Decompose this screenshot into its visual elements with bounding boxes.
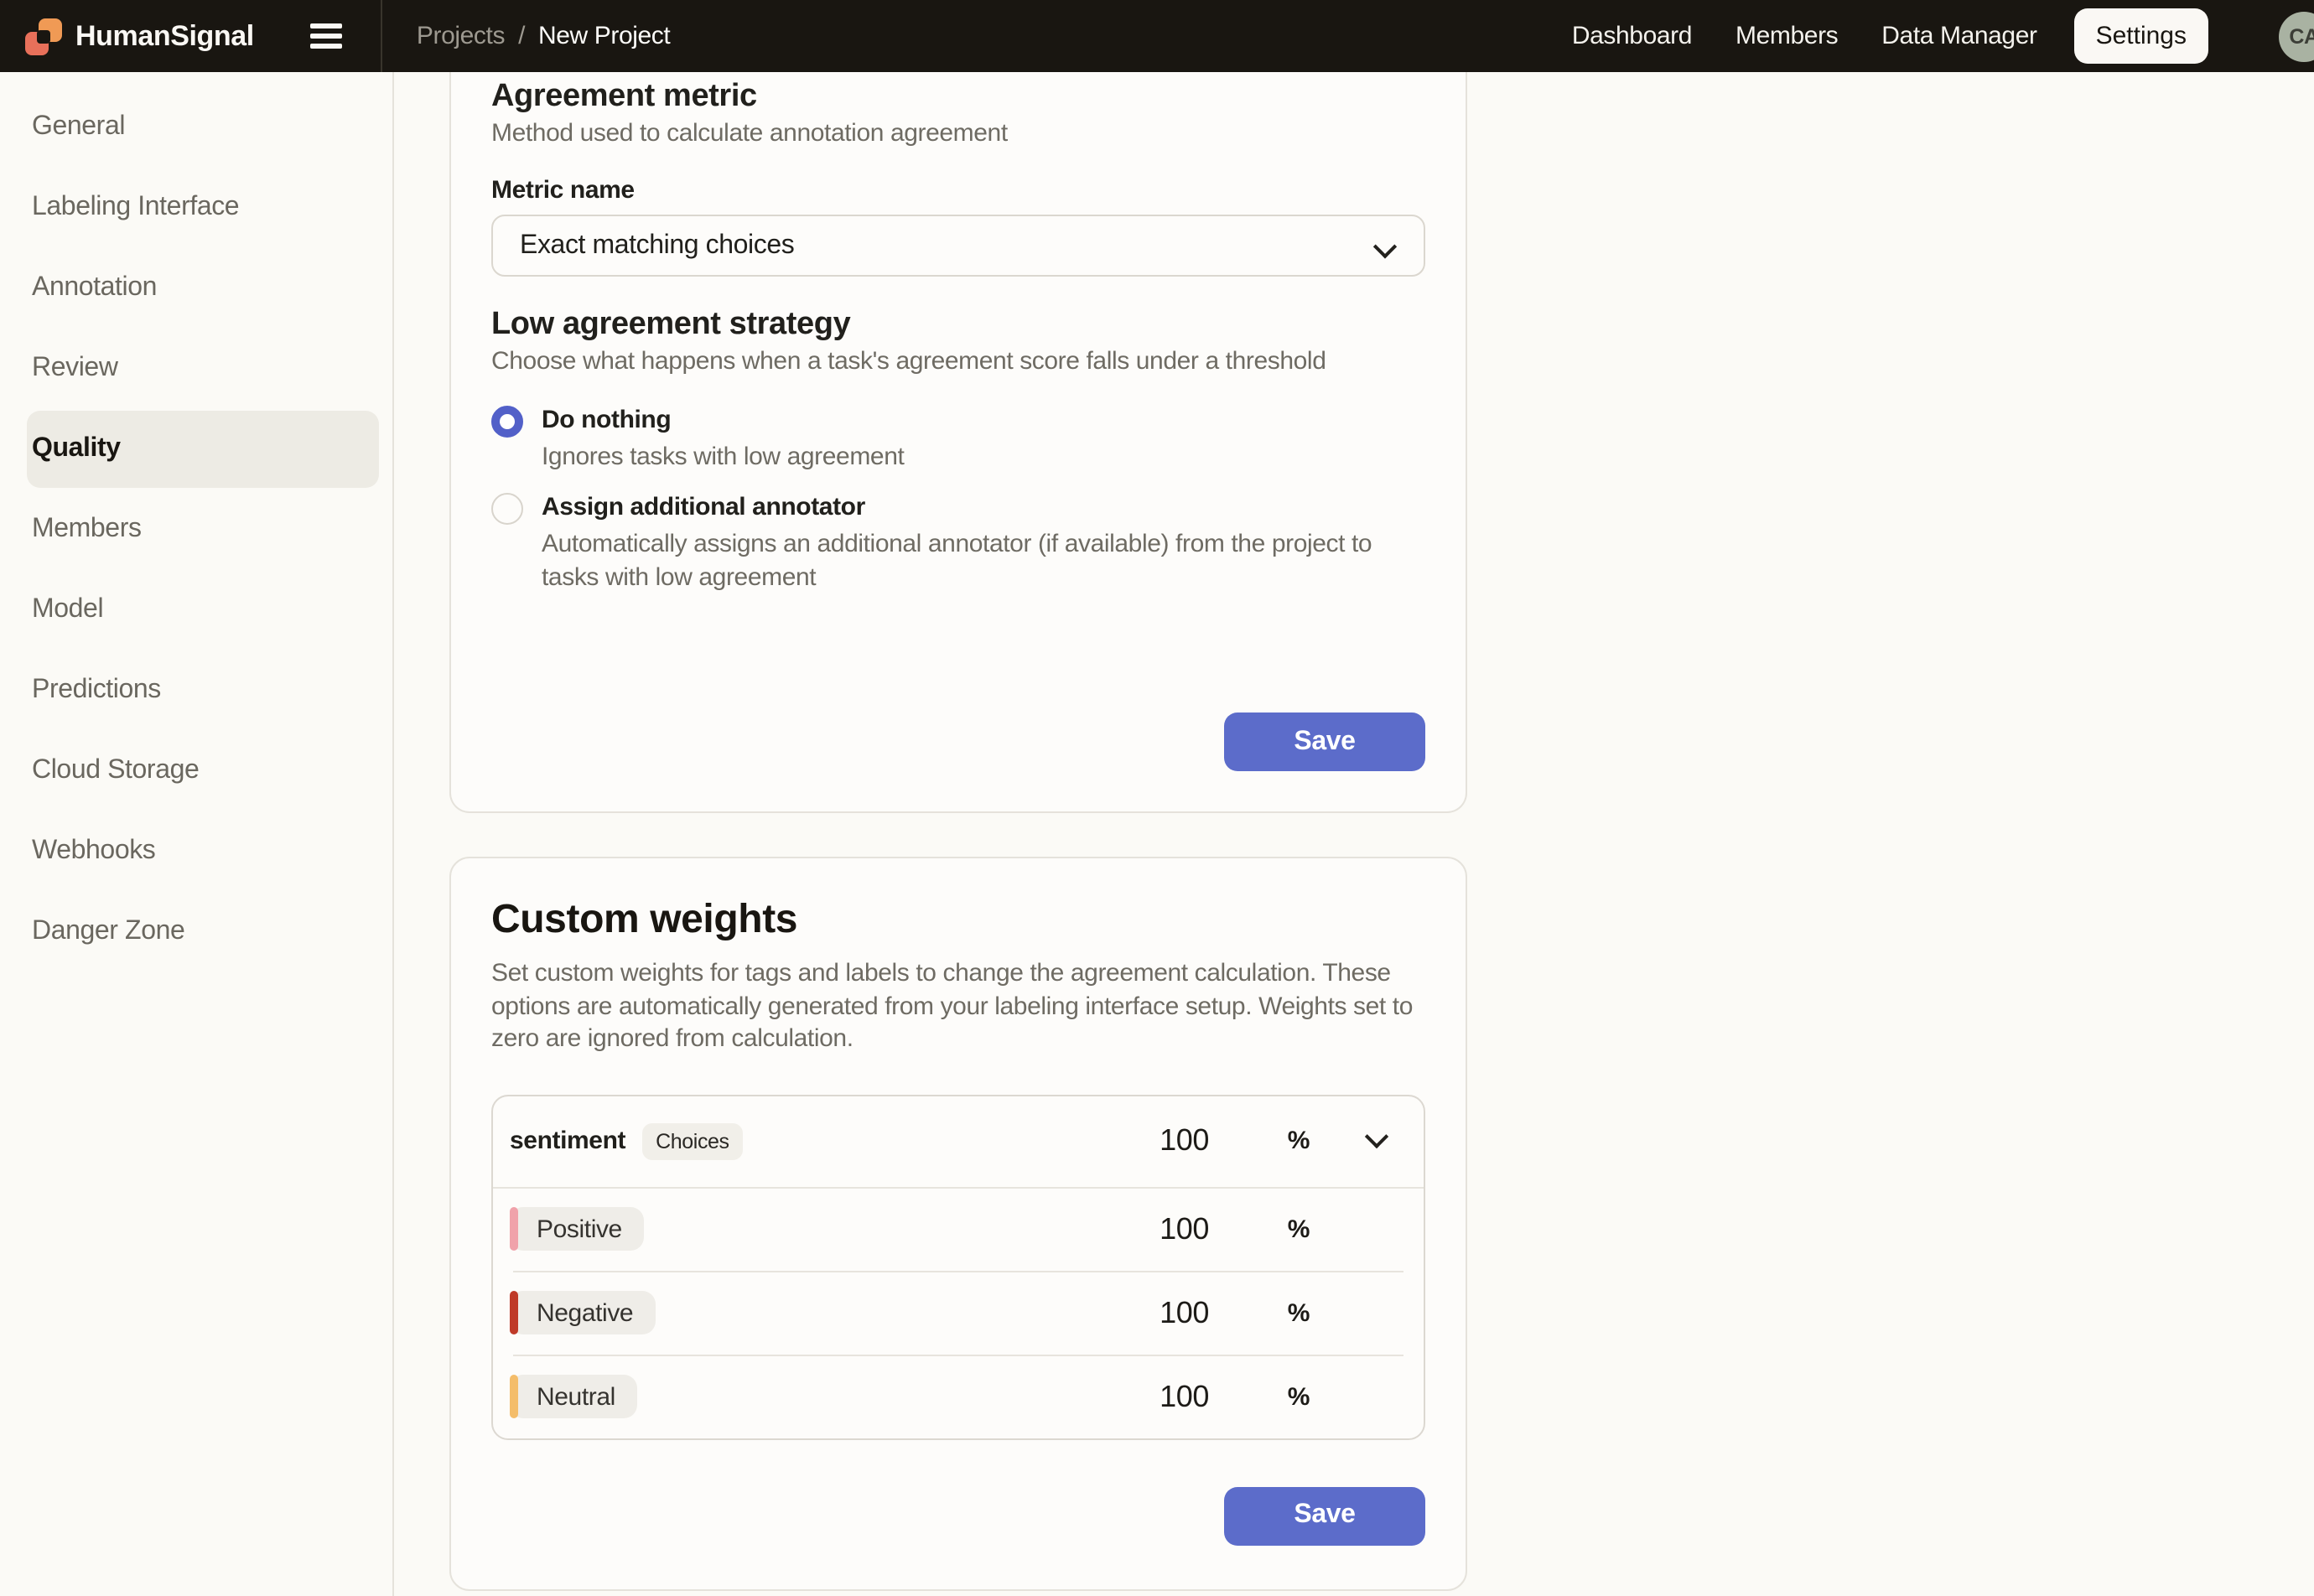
weight-row-positive: Positive 100 % <box>493 1188 1424 1270</box>
chevron-down-icon <box>1365 1125 1388 1148</box>
agreement-metric-title: Agreement metric <box>491 79 1425 116</box>
label-chip-positive: Positive <box>510 1207 644 1251</box>
strategy-option-assign-annotator[interactable]: Assign additional annotator <box>491 491 1425 525</box>
label-chip-text: Positive <box>537 1215 622 1243</box>
label-chip-text: Negative <box>537 1298 633 1327</box>
sidebar-item-review[interactable]: Review <box>27 330 379 407</box>
radio-unselected-icon[interactable] <box>491 492 523 524</box>
nav-link-data-manager[interactable]: Data Manager <box>1881 22 2036 50</box>
settings-button[interactable]: Settings <box>2074 8 2208 64</box>
breadcrumb-divider: / <box>518 22 525 50</box>
navbar-divider <box>381 0 383 72</box>
page-body: General Labeling Interface Annotation Re… <box>0 72 2314 1596</box>
weight-unit: % <box>1209 1215 1310 1243</box>
agreement-save-row: Save <box>491 712 1425 771</box>
weight-value[interactable]: 100 <box>1108 1379 1209 1414</box>
weight-unit: % <box>1209 1298 1310 1327</box>
metric-name-selected-value: Exact matching choices <box>520 231 794 261</box>
breadcrumb-current-project: New Project <box>538 22 670 50</box>
navbar-right: Dashboard Members Data Manager Settings … <box>1572 8 2314 64</box>
strategy-option-description: Automatically assigns an additional anno… <box>542 528 1425 595</box>
sidebar-item-webhooks[interactable]: Webhooks <box>27 813 379 890</box>
weights-group-row-sentiment[interactable]: sentiment Choices 100 % <box>493 1096 1424 1186</box>
metric-name-select[interactable]: Exact matching choices <box>491 215 1425 277</box>
label-color-stripe <box>510 1375 518 1418</box>
label-color-stripe <box>510 1291 518 1334</box>
metric-name-label: Metric name <box>491 174 1425 208</box>
sidebar-item-model[interactable]: Model <box>27 572 379 649</box>
sidebar-item-members[interactable]: Members <box>27 491 379 568</box>
avatar-initials: CA <box>2289 24 2314 48</box>
custom-weights-card: Custom weights Set custom weights for ta… <box>449 857 1467 1590</box>
weight-unit: % <box>1209 1382 1310 1411</box>
weights-group-unit: % <box>1209 1127 1310 1155</box>
weight-row-neutral: Neutral 100 % <box>493 1355 1424 1438</box>
sidebar-item-danger-zone[interactable]: Danger Zone <box>27 894 379 971</box>
nav-link-members[interactable]: Members <box>1736 22 1838 50</box>
app-root: HumanSignal Projects / New Project Dashb… <box>0 0 2314 1596</box>
weights-table: sentiment Choices 100 % <box>491 1094 1425 1439</box>
radio-selected-icon[interactable] <box>491 405 523 437</box>
custom-weights-save-row: Save <box>491 1486 1425 1545</box>
user-avatar[interactable]: CA <box>2279 11 2314 61</box>
brand-name: HumanSignal <box>75 19 254 53</box>
weights-group-name: sentiment <box>510 1127 625 1155</box>
sidebar-item-predictions[interactable]: Predictions <box>27 652 379 729</box>
strategy-option-do-nothing[interactable]: Do nothing <box>491 404 1425 438</box>
strategy-option-description: Ignores tasks with low agreement <box>542 441 1425 474</box>
sidebar-item-quality[interactable]: Quality <box>27 411 379 488</box>
sidebar-item-general[interactable]: General <box>27 89 379 166</box>
strategy-option-label[interactable]: Do nothing <box>542 404 671 438</box>
humansignal-logo-icon <box>25 18 62 54</box>
label-chip-neutral: Neutral <box>510 1375 637 1418</box>
breadcrumb-projects-link[interactable]: Projects <box>417 22 505 50</box>
label-chip-text: Neutral <box>537 1382 615 1411</box>
brand-logo[interactable]: HumanSignal <box>0 18 254 54</box>
label-color-stripe <box>510 1207 518 1251</box>
weights-group-value[interactable]: 100 <box>1108 1123 1209 1158</box>
weight-value[interactable]: 100 <box>1108 1211 1209 1246</box>
settings-sidebar: General Labeling Interface Annotation Re… <box>0 72 394 1596</box>
agreement-metric-subtitle: Method used to calculate annotation agre… <box>491 117 1425 151</box>
agreement-save-button[interactable]: Save <box>1224 712 1425 771</box>
label-chip-negative: Negative <box>510 1291 655 1334</box>
weights-group-type-badge: Choices <box>642 1122 743 1159</box>
custom-weights-description: Set custom weights for tags and labels t… <box>491 957 1425 1055</box>
navbar-left: HumanSignal Projects / New Project <box>0 0 670 72</box>
weights-group-collapse-control[interactable] <box>1360 1137 1385 1145</box>
chevron-down-icon <box>1373 235 1397 258</box>
weight-row-negative: Negative 100 % <box>493 1272 1424 1354</box>
custom-weights-title: Custom weights <box>491 895 1425 946</box>
sidebar-item-labeling-interface[interactable]: Labeling Interface <box>27 169 379 246</box>
hamburger-menu-icon[interactable] <box>304 17 350 55</box>
top-navbar: HumanSignal Projects / New Project Dashb… <box>0 0 2314 72</box>
sidebar-item-cloud-storage[interactable]: Cloud Storage <box>27 733 379 810</box>
weight-value[interactable]: 100 <box>1108 1295 1209 1330</box>
main-content: Agreement metric Method used to calculat… <box>394 72 2314 1596</box>
strategy-option-label[interactable]: Assign additional annotator <box>542 491 865 525</box>
sidebar-item-annotation[interactable]: Annotation <box>27 250 379 327</box>
nav-link-dashboard[interactable]: Dashboard <box>1572 22 1692 50</box>
breadcrumb: Projects / New Project <box>417 22 670 50</box>
low-agreement-strategy-subtitle: Choose what happens when a task's agreem… <box>491 345 1425 379</box>
custom-weights-save-button[interactable]: Save <box>1224 1486 1425 1545</box>
agreement-metric-card: Agreement metric Method used to calculat… <box>449 72 1467 813</box>
low-agreement-strategy-title: Low agreement strategy <box>491 307 1425 344</box>
